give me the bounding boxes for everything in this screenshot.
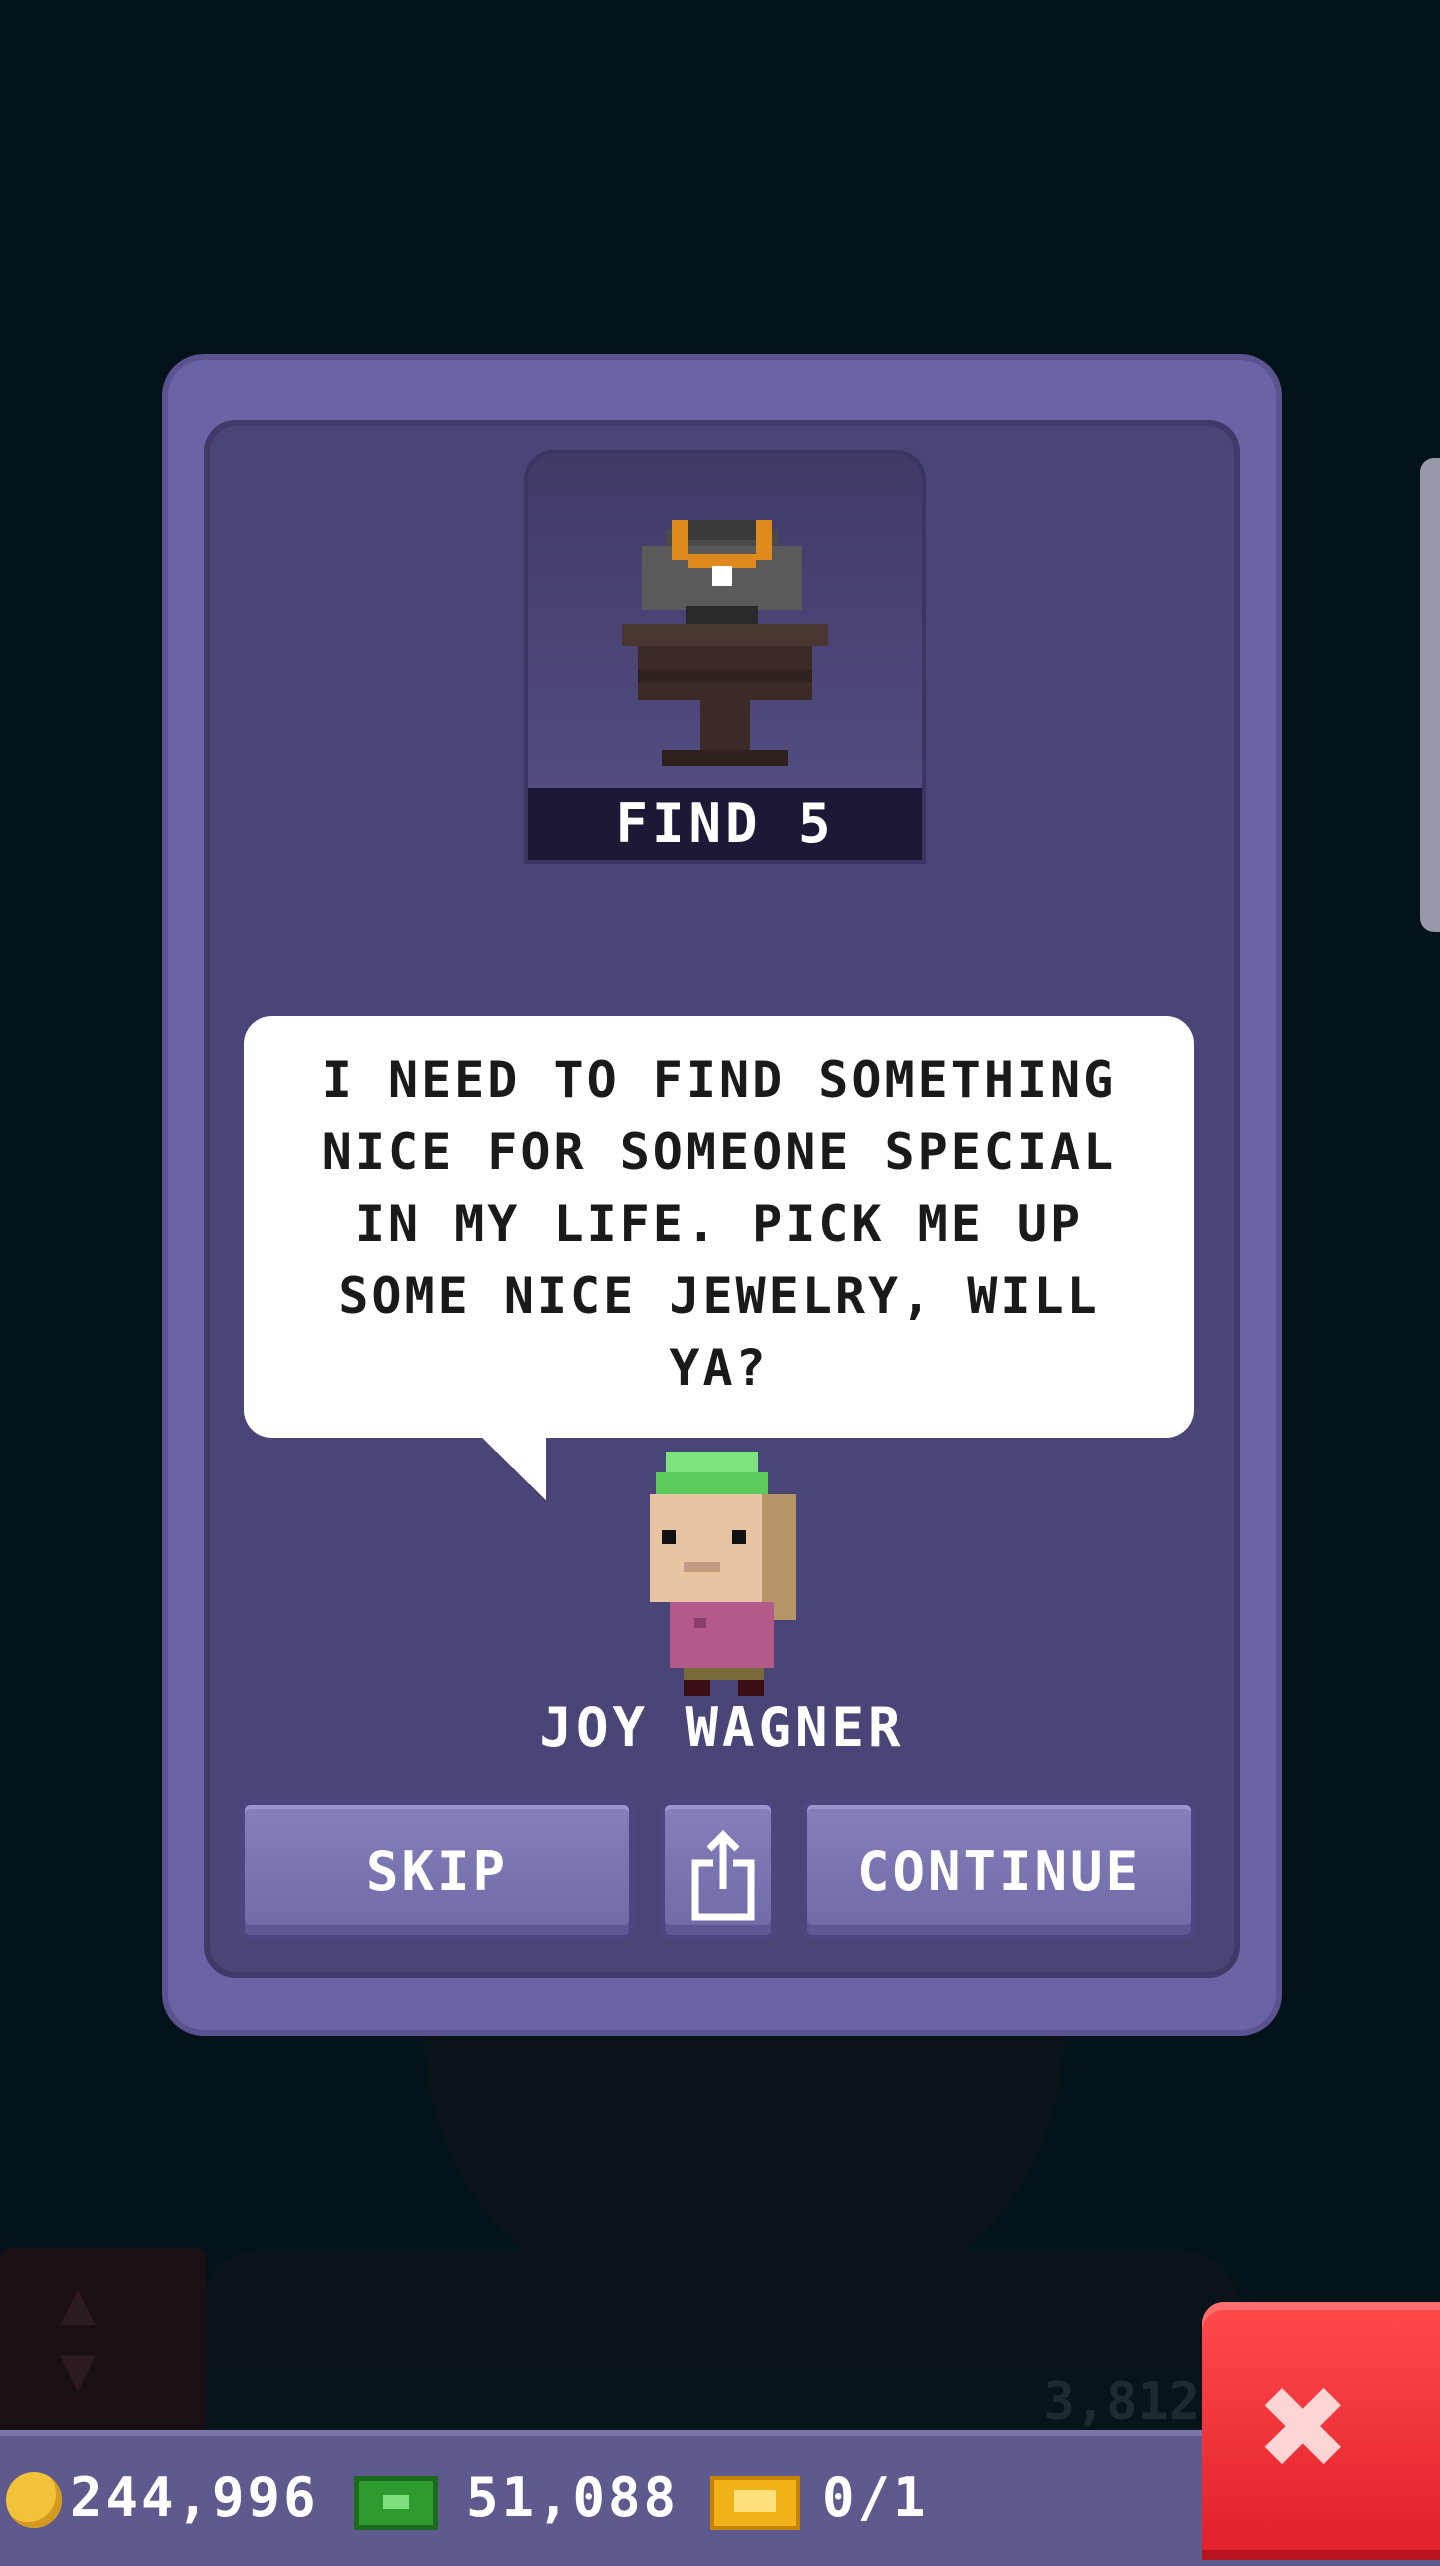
- share-icon: [691, 1830, 755, 1921]
- objective-label: FIND 5: [528, 788, 922, 860]
- objective-card: FIND 5: [524, 450, 926, 864]
- elevator-button: ▲ ▼: [0, 2248, 206, 2438]
- background-partial-label: 3,812: [1043, 2372, 1200, 2432]
- share-button[interactable]: [660, 1800, 776, 1940]
- jewelry-pedestal-icon: [622, 520, 828, 766]
- up-arrow-icon: ▲: [60, 2268, 97, 2338]
- coin-count: 244,996: [70, 2466, 319, 2529]
- continue-button[interactable]: CONTINUE: [802, 1800, 1196, 1940]
- close-icon: ✖: [1260, 2340, 1351, 2514]
- quest-dialog-text: I NEED TO FIND SOMETHING NICE FOR SOMEON…: [321, 1051, 1117, 1397]
- down-arrow-icon: ▼: [60, 2334, 97, 2404]
- speech-bubble: I NEED TO FIND SOMETHING NICE FOR SOMEON…: [244, 1016, 1194, 1438]
- ticket-icon: [710, 2476, 800, 2530]
- character-name: JOY WAGNER: [539, 1696, 905, 1759]
- close-button[interactable]: ✖: [1202, 2302, 1440, 2560]
- bux-icon: [354, 2476, 438, 2530]
- skip-button[interactable]: SKIP: [240, 1800, 634, 1940]
- coin-icon: [6, 2472, 62, 2528]
- side-drawer-tab[interactable]: [1420, 458, 1440, 932]
- bux-count: 51,088: [466, 2466, 680, 2529]
- ticket-count: 0/1: [822, 2466, 929, 2529]
- speech-bubble-tail: [480, 1436, 546, 1500]
- character-avatar: [650, 1452, 796, 1696]
- background-floor: [200, 2250, 1240, 2380]
